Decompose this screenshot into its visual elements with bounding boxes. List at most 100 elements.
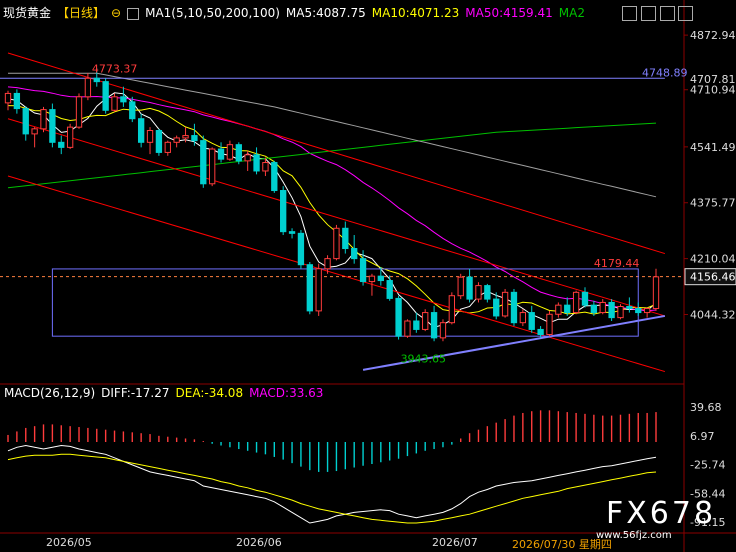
candle-body xyxy=(333,227,340,260)
candle-body xyxy=(235,144,242,162)
candle-body xyxy=(22,108,29,135)
candle-body xyxy=(395,297,402,337)
candle-body xyxy=(635,308,642,314)
x-tick-jul: 2026/07 xyxy=(432,536,478,549)
watermark-url: www.56fjz.com xyxy=(596,530,672,541)
candle-body xyxy=(643,308,651,314)
candle-body xyxy=(111,96,118,111)
minimize-icon[interactable] xyxy=(641,6,656,21)
candle-body xyxy=(324,258,331,270)
dea-line xyxy=(7,453,657,524)
candle-body xyxy=(537,328,544,335)
candle-body xyxy=(581,291,589,306)
ma5-line xyxy=(7,92,657,328)
candle-body xyxy=(129,101,136,120)
candle-body xyxy=(404,320,411,337)
candle-body xyxy=(49,109,56,143)
candle-body xyxy=(217,148,225,160)
candle-body xyxy=(368,275,376,283)
candle-body xyxy=(4,92,12,104)
dea-value: DEA:-34.08 xyxy=(175,386,244,400)
y-tick-label: 4541.49 xyxy=(690,141,736,154)
candle-body xyxy=(484,285,491,300)
candle-body xyxy=(137,118,145,143)
candle-body xyxy=(271,162,278,192)
candle-body xyxy=(253,154,260,172)
high-annotation: 4773.37 xyxy=(92,63,138,76)
channel-middle-line xyxy=(7,118,666,317)
candle-body xyxy=(510,291,518,324)
macd-label: MACD(26,12,9) xyxy=(4,386,96,400)
ma2-value: MA2 xyxy=(558,6,585,20)
candle-body xyxy=(315,268,322,312)
candle-body xyxy=(146,130,154,143)
y-tick-label: 4044.32 xyxy=(690,308,736,321)
candle-body xyxy=(413,320,420,330)
watermark-logo: FX678 xyxy=(606,496,717,531)
candle-body xyxy=(306,264,313,312)
price-chart[interactable]: 4872.944710.944541.494375.774210.044044.… xyxy=(0,0,736,552)
candle-body xyxy=(84,77,92,98)
ma-label: MA1(5,10,50,200,100) xyxy=(145,6,280,20)
scroll-right-icon[interactable] xyxy=(678,6,693,21)
ma10-value: MA10:4071.23 xyxy=(371,6,460,20)
candle-body xyxy=(475,285,482,300)
candle-body xyxy=(164,141,171,153)
candle-body xyxy=(288,231,296,234)
candle-body xyxy=(120,96,127,103)
close-icon[interactable] xyxy=(660,6,675,21)
candle-body xyxy=(75,96,83,128)
x-tick-may: 2026/05 xyxy=(46,536,92,549)
recent-high-annotation: 4179.44 xyxy=(594,257,640,270)
candle-body xyxy=(377,275,384,282)
channel-lower-line xyxy=(7,175,666,373)
candle-body xyxy=(386,280,393,299)
candle-body xyxy=(430,312,438,339)
candle-body xyxy=(359,258,367,283)
chart-type-icon[interactable] xyxy=(127,7,140,20)
candle-body xyxy=(572,291,580,314)
candle-body xyxy=(200,140,207,185)
candle-body xyxy=(439,322,447,339)
y-tick-label: 4375.77 xyxy=(690,197,736,210)
candle-body xyxy=(31,128,38,135)
level-annotation: 4748.89 xyxy=(642,66,688,79)
ma200-line xyxy=(7,122,657,189)
candle-body xyxy=(564,304,571,314)
ma5-value: MA5:4087.75 xyxy=(285,6,366,20)
candle-body xyxy=(191,135,198,142)
candle-body xyxy=(422,312,429,330)
candle-body xyxy=(182,135,189,139)
candle-body xyxy=(626,306,633,310)
candle-body xyxy=(652,276,660,310)
diff-value: DIFF:-17.27 xyxy=(101,386,170,400)
candle-body xyxy=(501,291,509,317)
settings-icon[interactable] xyxy=(622,6,637,21)
macd-y-tick-label: 6.97 xyxy=(690,430,715,443)
low-annotation: 3943.65 xyxy=(401,352,447,365)
period-toggle-icon[interactable]: ⊖ xyxy=(111,6,121,20)
candle-body xyxy=(493,298,500,317)
candle-body xyxy=(555,304,562,315)
instrument-title: 现货黄金 xyxy=(3,6,52,20)
candle-body xyxy=(342,227,349,250)
y-tick-label: 4210.04 xyxy=(690,253,736,266)
ma50-value: MA50:4159.41 xyxy=(465,6,553,20)
y-tick-label: 4872.94 xyxy=(690,29,736,42)
level-right-label: 4707.81 xyxy=(690,73,736,86)
x-tick-jun: 2026/06 xyxy=(236,536,282,549)
period-label[interactable]: 【日线】 xyxy=(57,6,105,20)
candle-body xyxy=(466,276,473,300)
candle-body xyxy=(58,141,65,148)
candle-body xyxy=(528,312,535,330)
macd-value: MACD:33.63 xyxy=(249,386,324,400)
candle-body xyxy=(226,144,234,160)
candle-body xyxy=(66,126,74,148)
candle-body xyxy=(546,313,553,335)
candle-body xyxy=(209,148,216,185)
candle-body xyxy=(244,154,251,162)
ma10-line xyxy=(7,105,657,315)
candle-body xyxy=(457,276,464,297)
candle-body xyxy=(448,295,455,324)
candle-body xyxy=(351,248,358,260)
